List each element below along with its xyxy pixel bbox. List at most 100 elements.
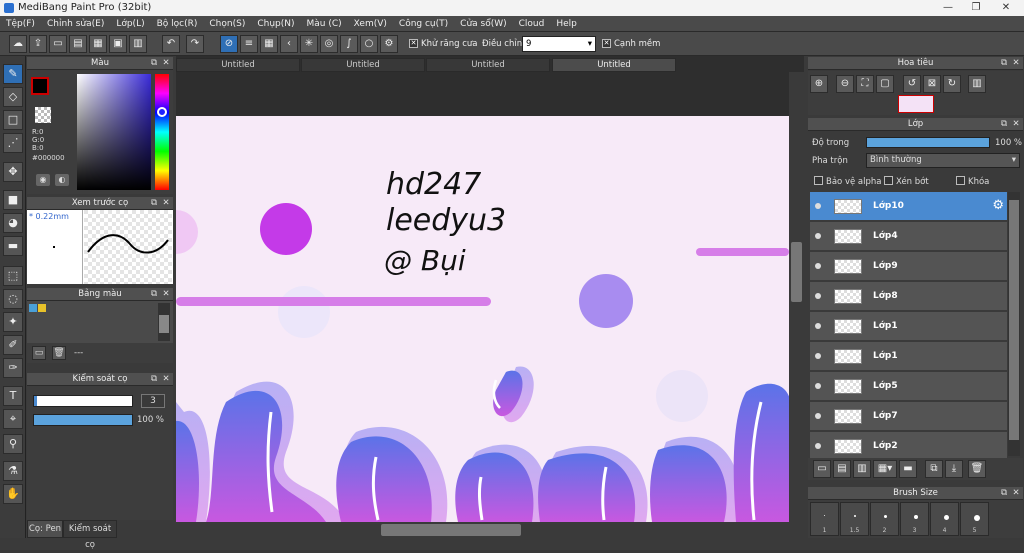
eye-icon[interactable] — [815, 293, 821, 299]
float-icon[interactable]: ⧉ — [999, 487, 1009, 499]
close-icon[interactable]: ✕ — [1011, 487, 1021, 499]
select-tool-icon[interactable]: ⬚ — [3, 266, 23, 286]
new-halftone-layer-icon[interactable]: ▤ — [833, 460, 851, 478]
menu-select[interactable]: Chọn(S) — [203, 16, 251, 32]
radial-snap-icon[interactable]: ✳ — [300, 35, 318, 53]
brush-tool-icon[interactable]: ✎ — [3, 64, 23, 84]
close-icon[interactable]: ✕ — [161, 57, 171, 69]
zoom-out-icon[interactable]: ⊖ — [836, 75, 854, 93]
minimize-button[interactable]: — — [934, 0, 962, 16]
rotate-right-icon[interactable]: ↻ — [943, 75, 961, 93]
parallel-snap-icon[interactable]: ≡ — [240, 35, 258, 53]
hand-tool-icon[interactable]: ✋ — [3, 484, 23, 504]
color-mixer-icon[interactable]: ◐ — [55, 174, 69, 186]
flip-icon[interactable]: ▥ — [968, 75, 986, 93]
float-icon[interactable]: ⧉ — [999, 118, 1009, 130]
grid-page-icon[interactable]: ▣ — [109, 35, 127, 53]
curve-snap-icon[interactable]: ∫ — [340, 35, 358, 53]
menu-help[interactable]: Help — [550, 16, 583, 32]
text-tool-icon[interactable]: T — [3, 386, 23, 406]
opacity-slider[interactable] — [33, 414, 133, 426]
layer-opacity-slider[interactable] — [866, 137, 990, 148]
undo-icon[interactable]: ↶ — [162, 35, 180, 53]
artwork-canvas[interactable]: hd247 leedyu3 @ Bụi — [176, 72, 789, 522]
primary-color-swatch[interactable] — [31, 77, 49, 95]
cross-snap-icon[interactable]: ▦ — [260, 35, 278, 53]
folder-icon[interactable]: ▬ — [899, 460, 917, 478]
brush-size-preset[interactable]: 5 — [960, 502, 989, 536]
palette-swatch-blue[interactable] — [29, 304, 37, 312]
lock-checkbox[interactable] — [956, 176, 965, 185]
protect-alpha-checkbox[interactable] — [814, 176, 823, 185]
layer-row[interactable]: Lớp9 — [810, 252, 1007, 281]
antialias-checkbox[interactable]: ✕ — [409, 39, 418, 48]
eyedropper-icon[interactable]: ⚲ — [3, 434, 23, 454]
lasso-tool-icon[interactable]: ◌ — [3, 289, 23, 309]
eye-icon[interactable] — [815, 233, 821, 239]
circle-snap-icon[interactable]: ◎ — [320, 35, 338, 53]
maximize-button[interactable]: ❐ — [962, 0, 990, 16]
layer-row[interactable]: Lớp5 — [810, 372, 1007, 401]
share-icon[interactable]: ⇪ — [29, 35, 47, 53]
comment-icon[interactable]: ▭ — [49, 35, 67, 53]
gear-icon[interactable]: ⚙ — [992, 198, 1004, 213]
tab-pen[interactable]: Cọ: Pen — [27, 520, 63, 538]
menu-window[interactable]: Cửa sổ(W) — [454, 16, 512, 32]
layer-scroll-thumb[interactable] — [1009, 200, 1019, 440]
float-icon[interactable]: ⧉ — [149, 288, 159, 300]
duplicate-layer-icon[interactable]: ⧉ — [925, 460, 943, 478]
menu-edit[interactable]: Chỉnh sửa(E) — [41, 16, 110, 32]
saturation-value-picker[interactable] — [77, 74, 151, 190]
eye-icon[interactable] — [815, 383, 821, 389]
tab-untitled-3[interactable]: Untitled — [426, 58, 550, 72]
close-icon[interactable]: ✕ — [1011, 57, 1021, 69]
bucket-tool-icon[interactable]: ◕ — [3, 213, 23, 233]
brush-size-preset[interactable]: 4 — [930, 502, 959, 536]
tab-untitled-4[interactable]: Untitled — [552, 58, 676, 72]
canvas-horizontal-scrollbar[interactable] — [176, 522, 804, 538]
palette-scroll-thumb[interactable] — [159, 315, 169, 333]
panels-icon[interactable]: ▥ — [129, 35, 147, 53]
float-icon[interactable]: ⧉ — [999, 57, 1009, 69]
soft-edge-checkbox[interactable]: ✕ — [602, 39, 611, 48]
reset-view-icon[interactable]: ⊠ — [923, 75, 941, 93]
rotate-left-icon[interactable]: ↺ — [903, 75, 921, 93]
close-icon[interactable]: ✕ — [1011, 118, 1021, 130]
add-layer-menu-icon[interactable]: ▦▾ — [873, 460, 897, 478]
canvas-vertical-scrollbar[interactable] — [789, 72, 804, 522]
clip-checkbox[interactable] — [884, 176, 893, 185]
layer-row[interactable]: Lớp10 ⚙ — [810, 192, 1007, 221]
fit-icon[interactable]: ⛶ — [856, 75, 874, 93]
fill-rect-tool-icon[interactable]: ■ — [3, 190, 23, 210]
brush-size-preset[interactable]: 1 — [810, 502, 839, 536]
blend-mode-select[interactable]: Bình thường ▾ — [866, 153, 1020, 168]
eraser-tool-icon[interactable]: ◇ — [3, 87, 23, 107]
redo-icon[interactable]: ↷ — [186, 35, 204, 53]
snap-settings-icon[interactable]: ⚙ — [380, 35, 398, 53]
page-icon[interactable]: ▦ — [89, 35, 107, 53]
vertical-scroll-thumb[interactable] — [791, 242, 802, 302]
speech-icon[interactable]: ▤ — [69, 35, 87, 53]
new-8bit-layer-icon[interactable]: ▥ — [853, 460, 871, 478]
eye-icon[interactable] — [815, 263, 821, 269]
horizontal-scroll-thumb[interactable] — [381, 524, 521, 536]
layer-row[interactable]: Lớp1 — [810, 342, 1007, 371]
menu-layer[interactable]: Lớp(L) — [110, 16, 150, 32]
palette-swatch-yellow[interactable] — [38, 304, 46, 312]
layer-row[interactable]: Lớp7 — [810, 402, 1007, 431]
brush-size-preset[interactable]: 3 — [900, 502, 929, 536]
merge-down-icon[interactable]: ⤓ — [945, 460, 963, 478]
transparent-swatch[interactable] — [35, 107, 51, 123]
new-palette-icon[interactable]: ▭ — [32, 346, 46, 360]
divide-tool-icon[interactable]: ⌖ — [3, 409, 23, 429]
brush-size-preset[interactable]: 1.5 — [840, 502, 869, 536]
close-button[interactable]: ✕ — [992, 0, 1020, 16]
layer-scrollbar[interactable] — [1008, 192, 1020, 456]
float-icon[interactable]: ⧉ — [149, 197, 159, 209]
menu-snap[interactable]: Chụp(N) — [251, 16, 300, 32]
hue-handle[interactable] — [157, 107, 167, 117]
gradient-tool-icon[interactable]: ▬ — [3, 236, 23, 256]
eye-icon[interactable] — [815, 443, 821, 449]
zoom-in-icon[interactable]: ⊕ — [810, 75, 828, 93]
close-icon[interactable]: ✕ — [161, 373, 171, 385]
